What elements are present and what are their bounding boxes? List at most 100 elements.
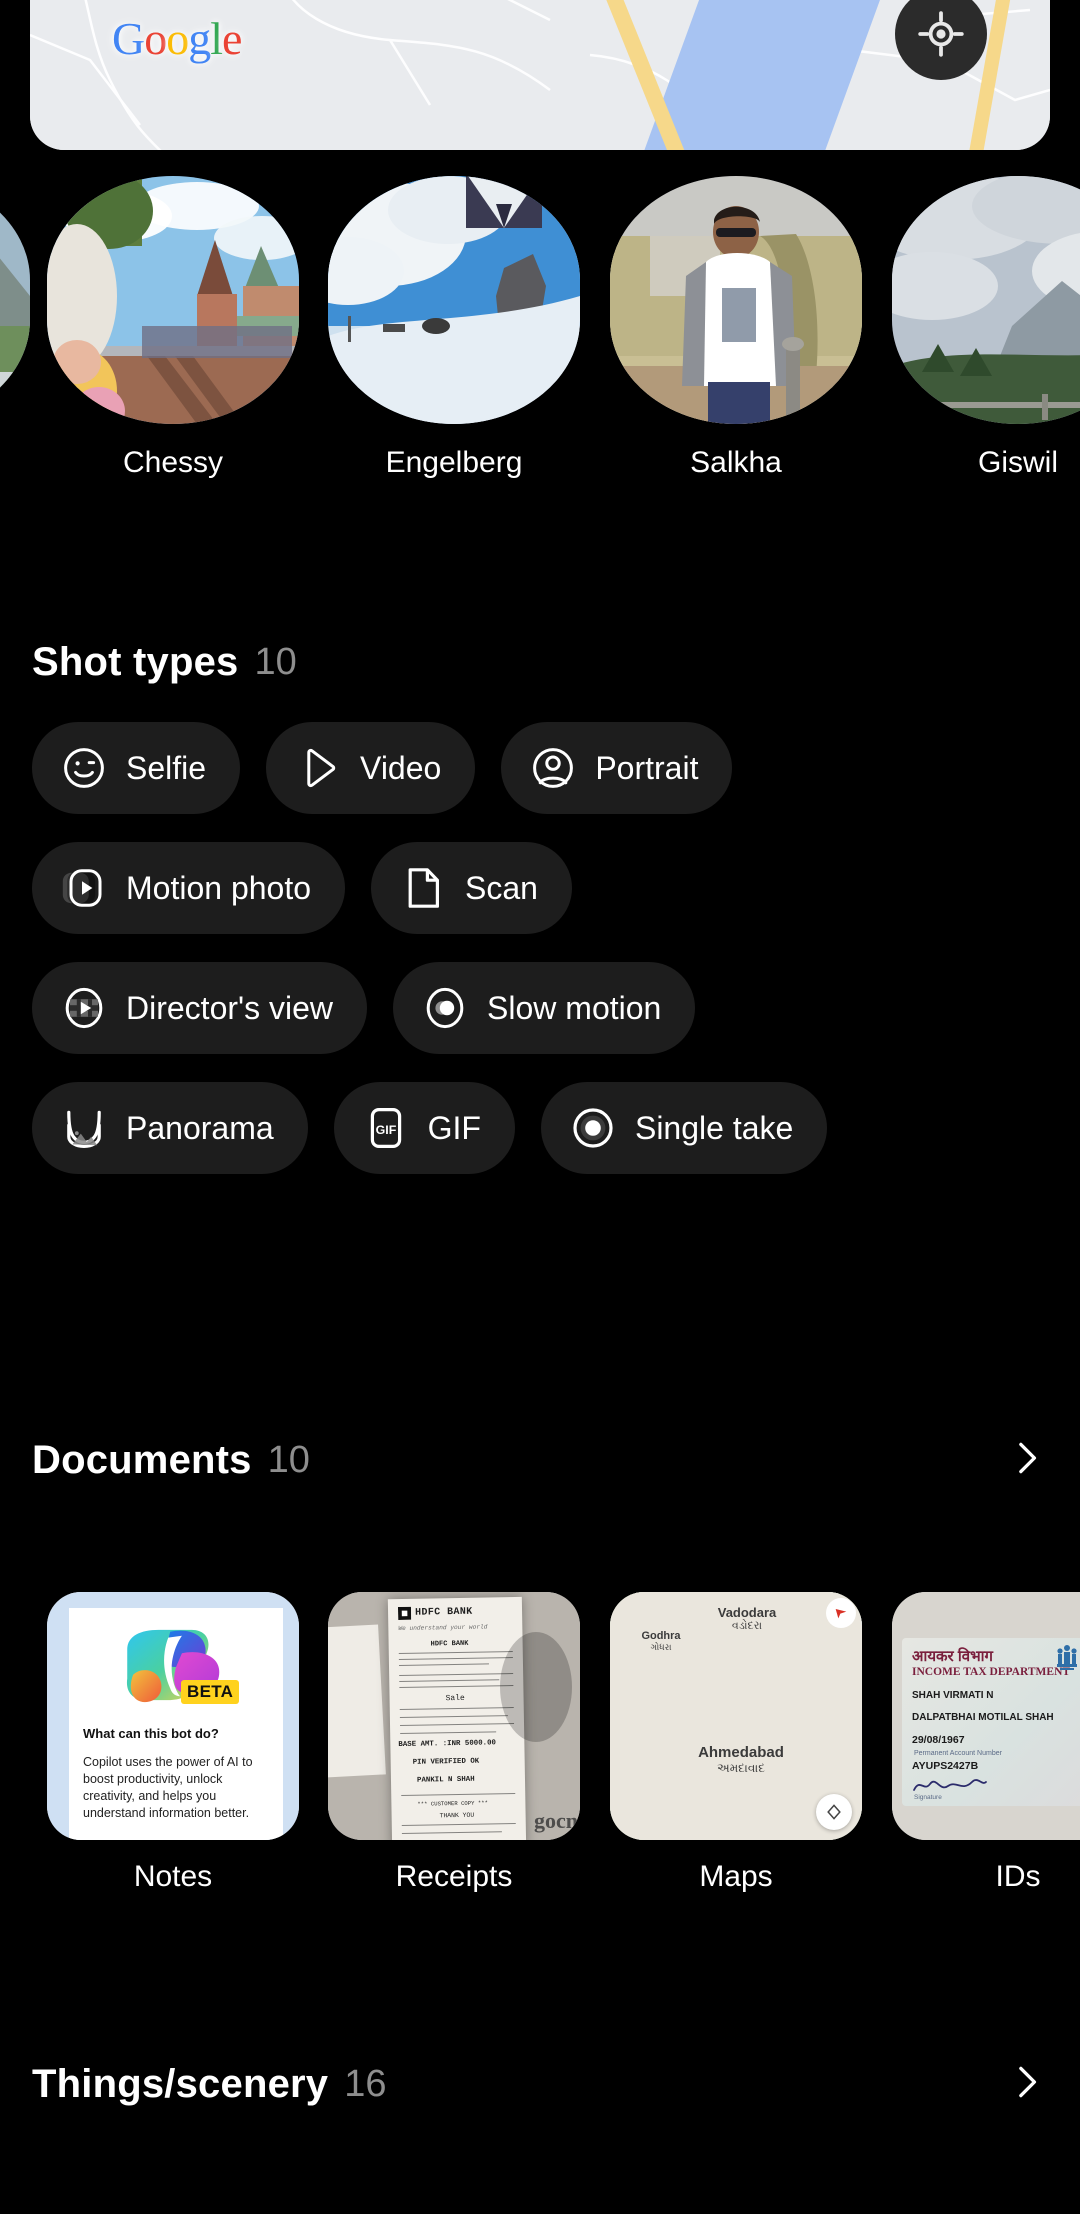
place-label: Giswil (978, 446, 1058, 479)
panorama-icon (67, 1110, 101, 1148)
logo-letter-l: l (210, 13, 223, 64)
documents-header[interactable]: Documents 10 (32, 1436, 1048, 1485)
chip-label: GIF (427, 1110, 481, 1146)
document-label: Notes (133, 1860, 213, 1893)
map-pin-icon (835, 1609, 847, 1619)
things-scenery-title: Things/scenery (32, 2062, 329, 2106)
copilot-body: Copilot uses the power of AI to boost pr… (83, 1755, 253, 1820)
things-scenery-header[interactable]: Things/scenery 16 (32, 2060, 1048, 2109)
place-label: Chessy (122, 446, 224, 479)
chip-scan[interactable]: Scan (371, 842, 572, 934)
man-portrait-photo (610, 176, 862, 424)
place-thumbnail (47, 176, 299, 424)
chip-label: Single take (634, 1110, 794, 1146)
document-thumbnail: आयकर विभाग INCOME TAX DEPARTMENT भारत GO… (892, 1592, 1080, 1840)
document-item-receipts[interactable]: HDFC BANK We understand your world HDFC … (328, 1592, 580, 1894)
logo-letter-o2: o (166, 13, 189, 64)
chip-panorama[interactable]: Panorama (32, 1082, 308, 1174)
places-carousel[interactable]: Chessy Engelberg Salkha Giswil (0, 176, 1080, 496)
chip-label: Slow motion (487, 990, 662, 1026)
chip-label: Scan (465, 870, 538, 906)
pan-dob: 29/08/1967 (912, 1734, 965, 1746)
motion-photo-icon (62, 869, 102, 907)
chip-label: Motion photo (126, 870, 312, 906)
chip-selfie[interactable]: Selfie (32, 722, 241, 814)
map-city-ahmedabad-local: અમદાવાદ (717, 1761, 765, 1775)
document-item-ids[interactable]: आयकर विभाग INCOME TAX DEPARTMENT भारत GO… (892, 1592, 1080, 1894)
place-label: Engelberg (385, 446, 523, 479)
chip-label: Panorama (126, 1110, 274, 1146)
person-circle-icon (533, 748, 574, 788)
chip-video[interactable]: Video (266, 722, 476, 814)
pan-dept-hindi: आयकर विभाग (912, 1648, 993, 1665)
gallery-search-page: Google Chessy Engelberg Salkha Giswil Sh… (0, 0, 1080, 2214)
document-label: IDs (995, 1860, 1041, 1893)
theme-park-street-photo (47, 176, 299, 424)
place-item[interactable]: Giswil (892, 176, 1080, 480)
receipt-watermark: gocn (534, 1808, 578, 1833)
receipt-card-holder: PANKIL N SHAH (416, 1775, 475, 1785)
map-city-vadodara-local: વડોદરા (731, 1620, 763, 1632)
place-item[interactable]: Engelberg (328, 176, 580, 480)
document-item-maps[interactable]: Vadodara વડોદરા Godhra ગોધરા Ahmedabad અ… (610, 1592, 862, 1894)
logo-letter-g2: g (188, 13, 211, 64)
logo-letter-o1: o (144, 13, 167, 64)
my-location-icon (918, 11, 964, 57)
shot-types-chip-grid: Selfie Video Portrait Motion photo Scan … (32, 722, 1052, 1202)
chip-label: Selfie (126, 750, 207, 786)
pan-name: SHAH VIRMATI N (912, 1690, 994, 1701)
things-scenery-chevron[interactable] (1004, 2060, 1048, 2109)
document-page-icon (408, 868, 440, 908)
document-label: Receipts (395, 1860, 513, 1893)
receipt-paper: HDFC BANK We understand your world HDFC … (387, 1596, 527, 1840)
map-city-ahmedabad: Ahmedabad અમદાવાદ (676, 1744, 806, 1776)
place-thumbnail (328, 176, 580, 424)
mountain-lake-photo (0, 176, 30, 424)
map-city-vadodara-en: Vadodara (717, 1605, 777, 1620)
receipt-side-paper (328, 1624, 386, 1778)
chip-single-take[interactable]: Single take (540, 1082, 828, 1174)
smiley-face-icon (64, 748, 104, 788)
receipt-footer: *** CUSTOMER COPY *** (417, 1799, 488, 1808)
document-item-notes[interactable]: BETA What can this bot do? Copilot uses … (47, 1592, 299, 1894)
chip-row: Selfie Video Portrait (32, 722, 1052, 814)
map-compass-button[interactable] (816, 1794, 852, 1830)
copilot-card: BETA What can this bot do? Copilot uses … (69, 1608, 283, 1840)
chip-row: Panorama GIF GIF Single take (32, 1082, 1052, 1174)
chip-directors-view[interactable]: Director's view (32, 962, 368, 1054)
chip-gif[interactable]: GIF GIF (333, 1082, 515, 1174)
pan-number: AYUPS2427B (912, 1760, 979, 1772)
document-label: Maps (699, 1860, 773, 1893)
receipt-tagline: We understand your world (398, 1623, 488, 1633)
hdfc-logo-icon (397, 1606, 412, 1621)
place-item[interactable]: Chessy (47, 176, 299, 480)
pan-card: आयकर विभाग INCOME TAX DEPARTMENT भारत GO… (902, 1638, 1080, 1806)
logo-letter-g: G (112, 13, 145, 64)
document-thumbnail: HDFC BANK We understand your world HDFC … (328, 1592, 580, 1840)
map-pin-button[interactable] (826, 1598, 856, 1628)
document-thumbnail: Vadodara વડોદરા Godhra ગોધરા Ahmedabad અ… (610, 1592, 862, 1840)
svg-text:GIF: GIF (375, 1123, 396, 1137)
copilot-question: What can this bot do? (83, 1726, 219, 1741)
pan-number-label: Permanent Account Number (914, 1750, 1002, 1757)
pan-father-name: DALPATBHAI MOTILAL SHAH (912, 1712, 1054, 1723)
documents-chevron[interactable] (1004, 1436, 1048, 1485)
map-city-godhra-en: Godhra (641, 1630, 681, 1642)
place-thumbnail (610, 176, 862, 424)
chip-portrait[interactable]: Portrait (501, 722, 733, 814)
place-item[interactable] (0, 176, 30, 446)
chip-slow-motion[interactable]: Slow motion (393, 962, 696, 1054)
place-thumbnail (892, 176, 1080, 424)
chevron-right-icon (1019, 2066, 1037, 2098)
directors-view-icon (65, 987, 103, 1029)
google-logo: Google (112, 12, 242, 65)
receipt-shadow (500, 1632, 572, 1742)
signature-icon (913, 1779, 987, 1791)
chip-row: Motion photo Scan (32, 842, 1052, 934)
shot-types-count: 10 (254, 641, 297, 683)
map-city-godhra-local: ગોધરા (650, 1642, 672, 1652)
chevron-right-icon (1019, 1442, 1037, 1474)
logo-letter-e: e (222, 13, 242, 64)
chip-motion-photo[interactable]: Motion photo (32, 842, 346, 934)
place-item[interactable]: Salkha (610, 176, 862, 480)
